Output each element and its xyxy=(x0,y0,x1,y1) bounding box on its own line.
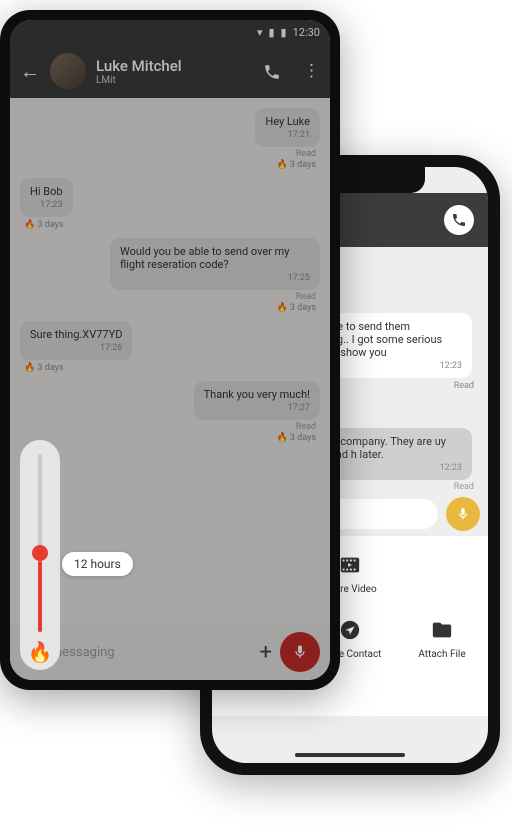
burn-info: 🔥 3 days xyxy=(10,302,330,319)
contact-info[interactable]: Luke Mitchel LMit xyxy=(96,57,182,86)
message-in[interactable]: Sure thing.XV77YD 17:26 xyxy=(10,319,330,362)
wifi-icon: ▾ xyxy=(257,26,263,39)
phone-icon xyxy=(263,63,281,81)
folder-icon xyxy=(430,619,454,641)
mic-icon xyxy=(292,644,308,660)
status-bar: ▾ ▮ ▮ 12:30 xyxy=(10,20,330,44)
message-text: Hey Luke xyxy=(265,115,310,128)
message-time: 17:26 xyxy=(30,343,122,353)
burn-info: 🔥 3 days xyxy=(10,362,330,379)
call-button[interactable] xyxy=(444,205,474,235)
chat-header: ← Luke Mitchel LMit ⋮ xyxy=(10,44,330,98)
message-out[interactable]: Hey Luke 17:21 xyxy=(10,106,330,149)
avatar[interactable] xyxy=(50,53,86,89)
home-indicator xyxy=(295,753,405,757)
slider-thumb[interactable] xyxy=(32,545,48,561)
message-text: Thank you very much! xyxy=(204,388,310,401)
attach-file[interactable]: Attach File xyxy=(396,615,488,660)
read-label: Read xyxy=(10,422,330,432)
burn-info: 🔥 3 days xyxy=(10,219,330,236)
burn-timer-slider[interactable]: 🔥 xyxy=(20,440,60,670)
status-time: 12:30 xyxy=(293,26,320,39)
contact-icon xyxy=(338,619,362,641)
message-time: 17:23 xyxy=(30,200,63,210)
message-in[interactable]: Hi Bob 17:23 xyxy=(10,176,330,219)
message-text: Would you be able to send over my flight… xyxy=(120,245,310,271)
phone-frame-android: ▾ ▮ ▮ 12:30 ← Luke Mitchel LMit ⋮ Hey Lu… xyxy=(0,10,340,690)
slider-track[interactable] xyxy=(38,454,42,632)
read-label: Read xyxy=(10,292,330,302)
message-out[interactable]: Would you be able to send over my flight… xyxy=(10,236,330,292)
back-button[interactable]: ← xyxy=(20,59,40,84)
attach-label: Attach File xyxy=(396,649,488,660)
battery-icon: ▮ xyxy=(281,26,287,39)
contact-name: Luke Mitchel xyxy=(96,57,182,75)
screen: ▾ ▮ ▮ 12:30 ← Luke Mitchel LMit ⋮ Hey Lu… xyxy=(10,20,330,680)
message-text: Hi Bob xyxy=(30,185,63,198)
burn-info: 🔥 3 days xyxy=(10,159,330,176)
message-time: 17:25 xyxy=(120,273,310,283)
signal-icon: ▮ xyxy=(268,26,274,39)
mic-icon xyxy=(456,507,470,521)
flame-icon: 🔥 xyxy=(28,640,53,664)
slider-value-label: 12 hours xyxy=(62,552,133,576)
contact-sub: LMit xyxy=(96,75,182,86)
message-time: 17:21 xyxy=(265,130,310,140)
message-out[interactable]: Thank you very much! 17:27 xyxy=(10,379,330,422)
call-button[interactable] xyxy=(263,61,281,81)
mic-button[interactable] xyxy=(280,632,320,672)
mic-button[interactable] xyxy=(446,497,480,531)
message-text: Sure thing.XV77YD xyxy=(30,328,122,341)
attach-button[interactable]: + xyxy=(260,640,272,665)
read-label: Read xyxy=(10,149,330,159)
burn-info: 🔥 3 days xyxy=(10,432,330,449)
phone-icon xyxy=(451,212,467,228)
more-button[interactable]: ⋮ xyxy=(303,61,320,81)
message-time: 17:27 xyxy=(204,403,310,413)
slider-fill xyxy=(38,561,42,632)
video-icon xyxy=(337,554,363,576)
